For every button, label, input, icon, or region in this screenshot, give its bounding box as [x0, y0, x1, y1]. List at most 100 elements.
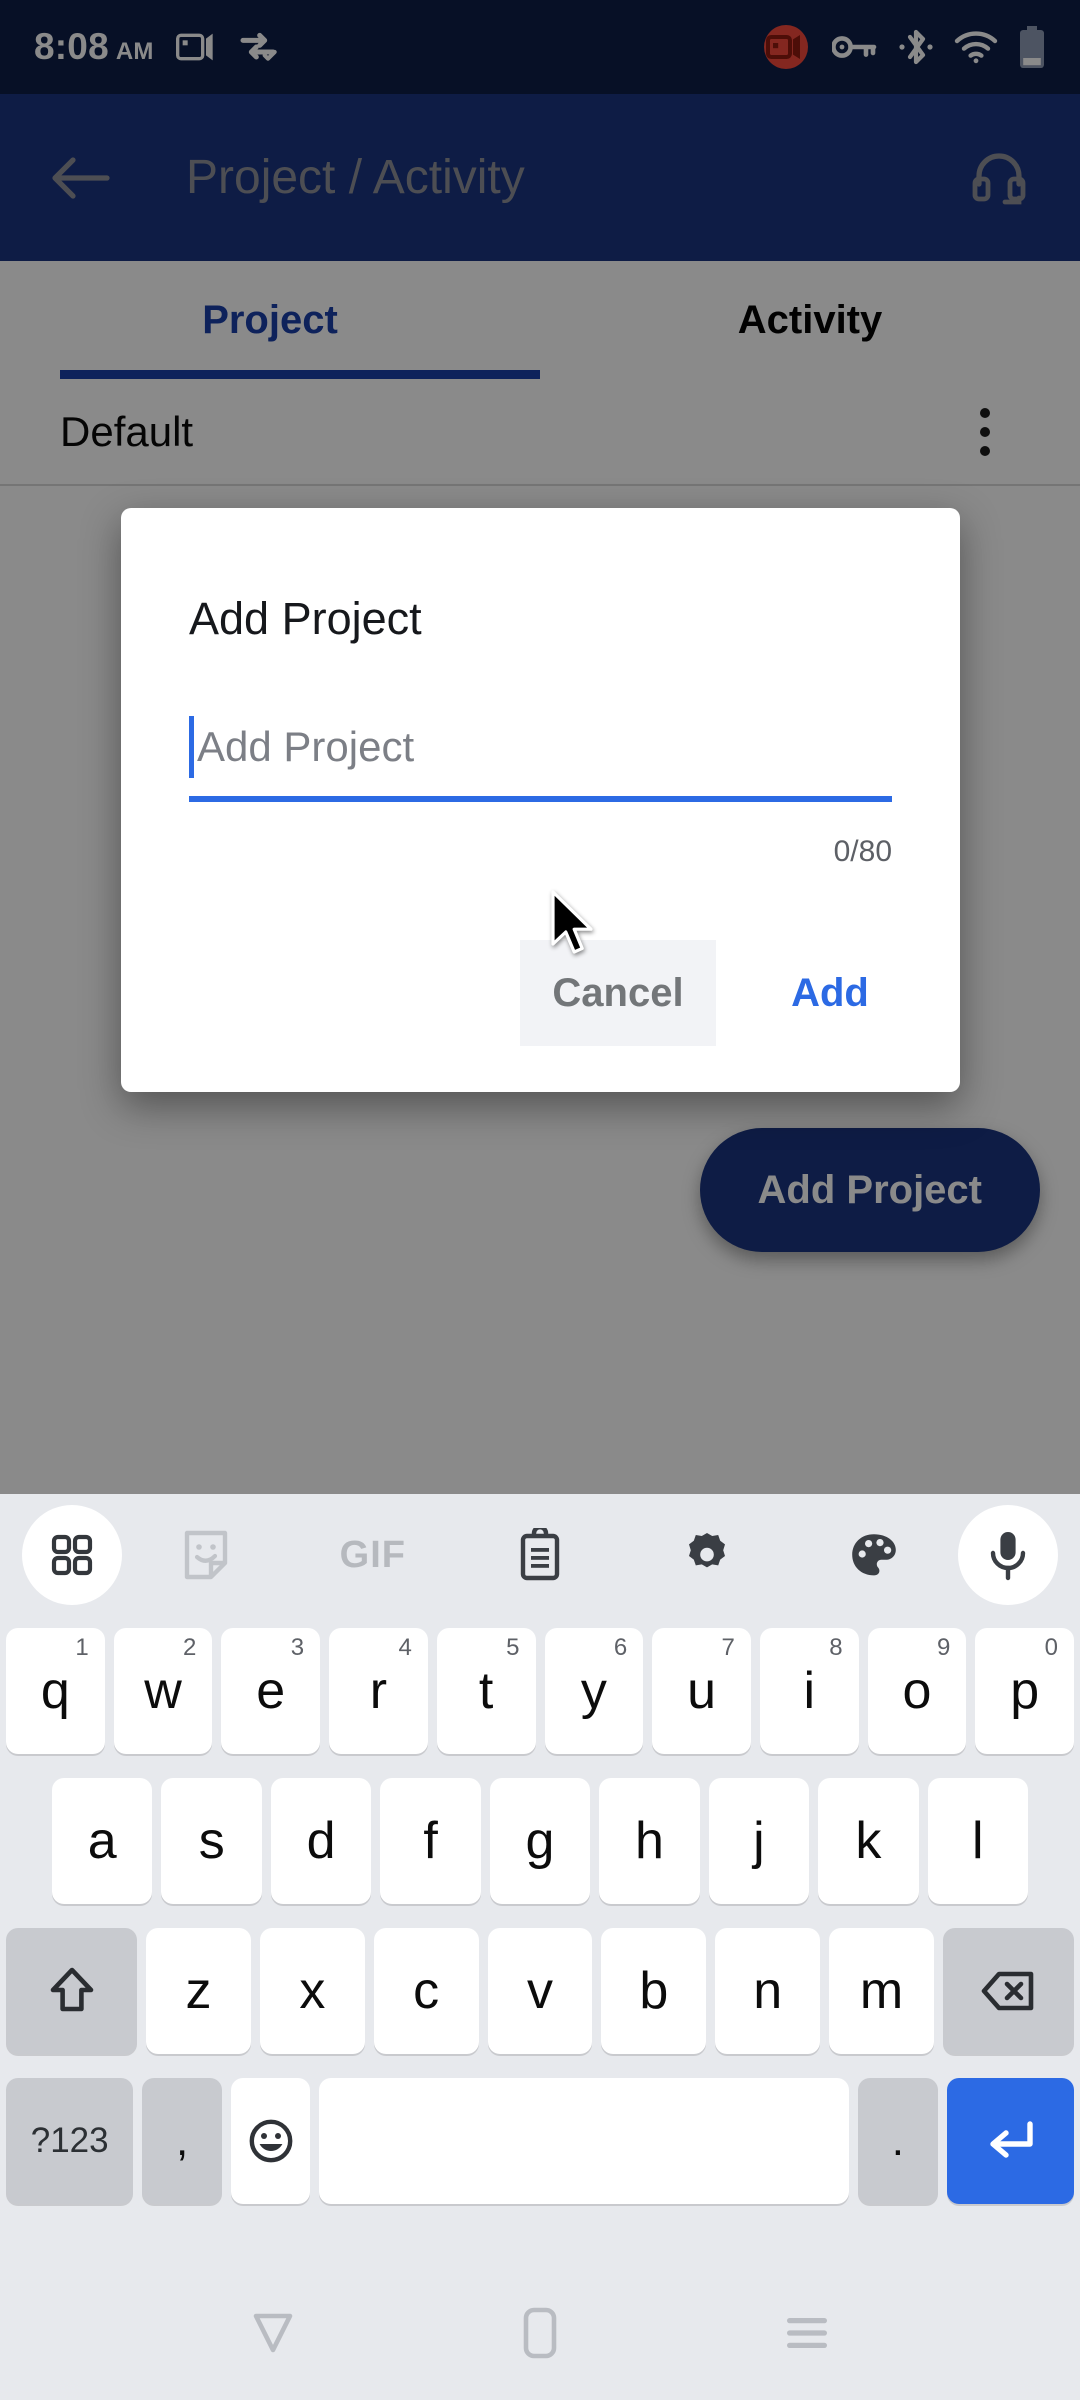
nav-recents-button[interactable]: [752, 2278, 862, 2388]
enter-key[interactable]: [946, 2078, 1074, 2204]
period-key[interactable]: .: [858, 2078, 938, 2204]
keyboard-toolbar: GIF: [0, 1494, 1080, 1616]
apps-grid-icon[interactable]: [22, 1505, 122, 1605]
key-r[interactable]: 4r: [329, 1628, 428, 1754]
key-l[interactable]: l: [927, 1778, 1028, 1904]
key-s[interactable]: s: [161, 1778, 262, 1904]
dot: [980, 407, 990, 418]
key-w-number: 2: [183, 1634, 197, 1661]
key-t[interactable]: 5t: [436, 1628, 536, 1754]
tab-bar: Project Activity: [0, 261, 1080, 379]
clipboard-icon[interactable]: [456, 1505, 623, 1605]
key-u-number: 7: [721, 1634, 735, 1661]
list-item[interactable]: Default: [0, 379, 1080, 486]
nav-home-icon: [523, 2307, 557, 2359]
key-j[interactable]: j: [708, 1778, 810, 1904]
nav-home-button[interactable]: [485, 2278, 595, 2388]
android-screen: 8:08 AM Project / Activity Project Activ…: [0, 0, 1080, 2400]
vpn-sync-icon: [240, 32, 277, 61]
key-x[interactable]: x: [259, 1928, 365, 2054]
key-d[interactable]: d: [270, 1778, 372, 1904]
key-i-number: 8: [829, 1634, 843, 1661]
key-o[interactable]: 9o: [867, 1628, 967, 1754]
key-y[interactable]: 6y: [544, 1628, 644, 1754]
char-counter: 0/80: [833, 835, 892, 868]
key-c[interactable]: c: [373, 1928, 479, 2054]
dialog-title: Add Project: [189, 593, 422, 644]
more-vertical-icon[interactable]: [950, 397, 1020, 467]
gif-icon[interactable]: GIF: [289, 1505, 456, 1605]
key-p-number: 0: [1044, 1634, 1059, 1661]
nav-back-button[interactable]: [218, 2278, 328, 2388]
add-project-fab[interactable]: Add Project: [699, 1128, 1040, 1252]
key-q-number: 1: [75, 1634, 89, 1661]
key-g[interactable]: g: [489, 1778, 591, 1904]
key-w[interactable]: 2w: [113, 1628, 213, 1754]
key-u-label: u: [687, 1662, 717, 1720]
comma-key[interactable]: ,: [142, 2078, 222, 2204]
microphone-icon[interactable]: [958, 1505, 1059, 1605]
project-name-input[interactable]: [197, 712, 892, 782]
space-key[interactable]: [319, 2078, 850, 2204]
status-clock: 8:08 AM: [34, 26, 154, 68]
shift-key[interactable]: [6, 1928, 138, 2054]
key-a[interactable]: a: [52, 1778, 153, 1904]
key-b[interactable]: b: [601, 1928, 707, 2054]
palette-glyph: [852, 1534, 897, 1576]
backspace-icon: [982, 1971, 1034, 2011]
key-y-label: y: [580, 1662, 607, 1720]
key-y-number: 6: [613, 1634, 628, 1661]
dot: [980, 426, 990, 437]
key-f[interactable]: f: [380, 1778, 481, 1904]
key-r-label: r: [369, 1662, 388, 1720]
enter-return-icon: [990, 2121, 1033, 2158]
status-bar: 8:08 AM: [0, 0, 1080, 94]
key-n[interactable]: n: [715, 1928, 821, 2054]
text-caret: [189, 716, 194, 778]
tab-project[interactable]: Project: [0, 261, 540, 379]
key-r-number: 4: [398, 1634, 412, 1661]
arrow-left-icon: [52, 156, 110, 199]
settings-gear-icon[interactable]: [624, 1505, 791, 1605]
gear-glyph: [689, 1533, 726, 1568]
key-o-number: 9: [936, 1634, 951, 1661]
nav-recents-icon: [786, 2318, 827, 2348]
microphone-glyph: [990, 1532, 1026, 1581]
emoji-key[interactable]: [230, 2078, 311, 2204]
tab-activity[interactable]: Activity: [540, 261, 1080, 379]
key-p-label: p: [1010, 1662, 1040, 1720]
sticker-glyph: [184, 1530, 227, 1580]
key-i-label: i: [803, 1662, 816, 1720]
support-headset-button[interactable]: [956, 135, 1042, 221]
emoji-smiley-icon: [249, 2119, 292, 2163]
battery-icon: [1020, 26, 1044, 68]
key-m[interactable]: m: [829, 1928, 934, 2054]
clock-time: 8:08: [34, 26, 109, 67]
key-z[interactable]: z: [146, 1928, 251, 2054]
key-h[interactable]: h: [599, 1778, 700, 1904]
apps-grid-glyph: [51, 1534, 93, 1576]
wifi-icon: [954, 31, 998, 64]
keyboard-row-3: z x c v b n m: [0, 1916, 1080, 2066]
add-button[interactable]: Add: [760, 940, 900, 1046]
input-underline: [189, 796, 892, 802]
key-i[interactable]: 8i: [759, 1628, 859, 1754]
backspace-key[interactable]: [942, 1928, 1074, 2054]
app-bar: Project / Activity: [0, 94, 1080, 261]
key-w-label: w: [144, 1662, 182, 1720]
key-q[interactable]: 1q: [5, 1628, 105, 1754]
key-v[interactable]: v: [487, 1928, 593, 2054]
bluetooth-icon: [899, 29, 933, 65]
cancel-button[interactable]: Cancel: [520, 940, 716, 1046]
key-o-label: o: [902, 1662, 932, 1720]
back-button[interactable]: [38, 135, 124, 221]
sticker-icon[interactable]: [122, 1505, 289, 1605]
list-item-label: Default: [60, 407, 194, 455]
key-e[interactable]: 3e: [221, 1628, 321, 1754]
status-bar-left: 8:08 AM: [34, 26, 278, 68]
key-k[interactable]: k: [818, 1778, 919, 1904]
key-p[interactable]: 0p: [975, 1628, 1075, 1754]
palette-theme-icon[interactable]: [791, 1505, 958, 1605]
symbols-key[interactable]: ?123: [6, 2078, 134, 2204]
key-u[interactable]: 7u: [652, 1628, 751, 1754]
